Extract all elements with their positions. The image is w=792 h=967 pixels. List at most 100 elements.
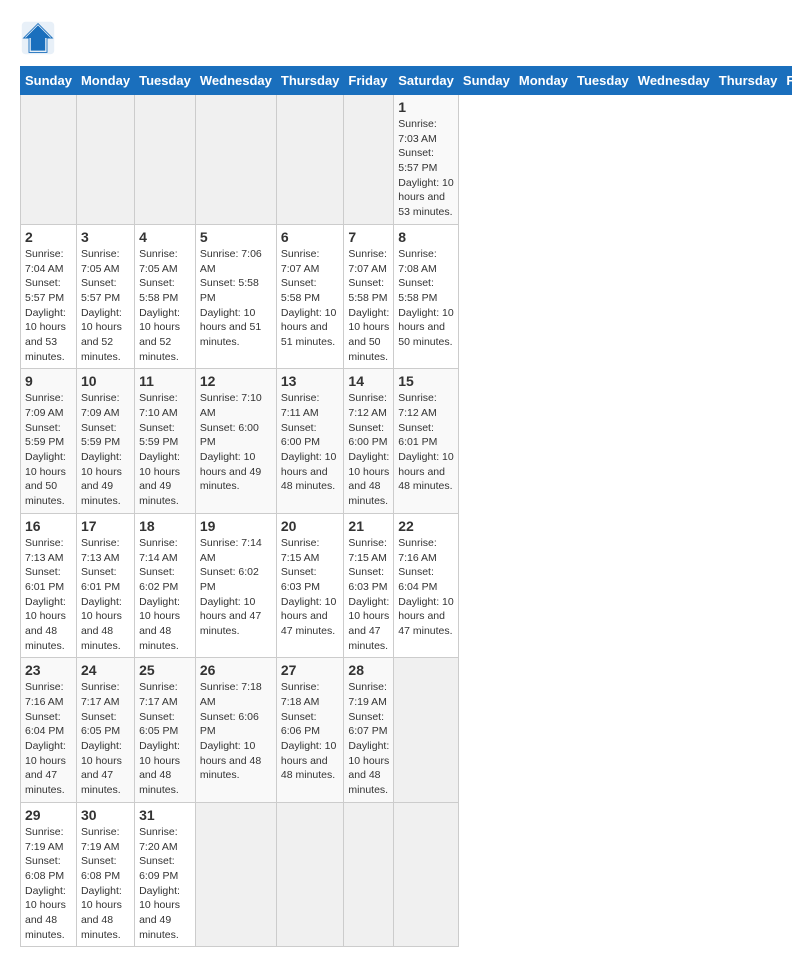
col-thursday: Thursday [714,67,782,95]
day-info: Sunrise: 7:09 AMSunset: 5:59 PMDaylight:… [25,392,66,507]
calendar-cell: 18 Sunrise: 7:14 AMSunset: 6:02 PMDaylig… [135,513,196,658]
day-info: Sunrise: 7:05 AMSunset: 5:57 PMDaylight:… [81,248,122,363]
calendar-cell: 7 Sunrise: 7:07 AMSunset: 5:58 PMDayligh… [344,224,394,369]
day-info: Sunrise: 7:15 AMSunset: 6:03 PMDaylight:… [281,537,336,637]
day-number: 31 [139,807,191,823]
day-number: 6 [281,229,340,245]
calendar-cell [76,95,134,225]
calendar-cell: 17 Sunrise: 7:13 AMSunset: 6:01 PMDaylig… [76,513,134,658]
col-header-wednesday: Wednesday [195,67,276,95]
calendar-cell: 10 Sunrise: 7:09 AMSunset: 5:59 PMDaylig… [76,369,134,514]
col-header-friday: Friday [344,67,394,95]
day-number: 26 [200,662,272,678]
calendar-week-3: 9 Sunrise: 7:09 AMSunset: 5:59 PMDayligh… [21,369,792,514]
day-info: Sunrise: 7:17 AMSunset: 6:05 PMDaylight:… [139,681,180,796]
day-number: 24 [81,662,130,678]
day-number: 28 [348,662,389,678]
day-number: 13 [281,373,340,389]
calendar-cell [135,95,196,225]
day-number: 7 [348,229,389,245]
day-info: Sunrise: 7:05 AMSunset: 5:58 PMDaylight:… [139,248,180,363]
day-info: Sunrise: 7:12 AMSunset: 6:01 PMDaylight:… [398,392,453,492]
day-info: Sunrise: 7:06 AMSunset: 5:58 PMDaylight:… [200,248,262,348]
calendar-cell: 1 Sunrise: 7:03 AMSunset: 5:57 PMDayligh… [394,95,459,225]
calendar-cell: 28 Sunrise: 7:19 AMSunset: 6:07 PMDaylig… [344,658,394,803]
calendar-cell: 26 Sunrise: 7:18 AMSunset: 6:06 PMDaylig… [195,658,276,803]
calendar-cell: 19 Sunrise: 7:14 AMSunset: 6:02 PMDaylig… [195,513,276,658]
day-info: Sunrise: 7:14 AMSunset: 6:02 PMDaylight:… [139,537,180,652]
calendar-cell: 16 Sunrise: 7:13 AMSunset: 6:01 PMDaylig… [21,513,77,658]
calendar-cell: 29 Sunrise: 7:19 AMSunset: 6:08 PMDaylig… [21,802,77,947]
calendar-cell: 15 Sunrise: 7:12 AMSunset: 6:01 PMDaylig… [394,369,459,514]
calendar-week-2: 2 Sunrise: 7:04 AMSunset: 5:57 PMDayligh… [21,224,792,369]
day-info: Sunrise: 7:19 AMSunset: 6:08 PMDaylight:… [81,826,122,941]
day-number: 4 [139,229,191,245]
day-info: Sunrise: 7:18 AMSunset: 6:06 PMDaylight:… [281,681,336,781]
day-info: Sunrise: 7:19 AMSunset: 6:07 PMDaylight:… [348,681,389,796]
day-info: Sunrise: 7:18 AMSunset: 6:06 PMDaylight:… [200,681,262,781]
day-number: 15 [398,373,454,389]
day-number: 23 [25,662,72,678]
calendar-cell: 31 Sunrise: 7:20 AMSunset: 6:09 PMDaylig… [135,802,196,947]
day-info: Sunrise: 7:07 AMSunset: 5:58 PMDaylight:… [348,248,389,363]
day-info: Sunrise: 7:10 AMSunset: 5:59 PMDaylight:… [139,392,180,507]
day-number: 3 [81,229,130,245]
calendar-cell: 13 Sunrise: 7:11 AMSunset: 6:00 PMDaylig… [276,369,344,514]
calendar-cell: 8 Sunrise: 7:08 AMSunset: 5:58 PMDayligh… [394,224,459,369]
calendar-table: SundayMondayTuesdayWednesdayThursdayFrid… [20,66,792,947]
calendar-cell [394,802,459,947]
col-monday: Monday [514,67,572,95]
calendar-week-4: 16 Sunrise: 7:13 AMSunset: 6:01 PMDaylig… [21,513,792,658]
logo [20,20,60,56]
day-info: Sunrise: 7:08 AMSunset: 5:58 PMDaylight:… [398,248,453,348]
day-info: Sunrise: 7:15 AMSunset: 6:03 PMDaylight:… [348,537,389,652]
day-number: 27 [281,662,340,678]
calendar-cell: 3 Sunrise: 7:05 AMSunset: 5:57 PMDayligh… [76,224,134,369]
day-info: Sunrise: 7:12 AMSunset: 6:00 PMDaylight:… [348,392,389,507]
day-number: 5 [200,229,272,245]
calendar-cell: 30 Sunrise: 7:19 AMSunset: 6:08 PMDaylig… [76,802,134,947]
calendar-cell [344,95,394,225]
calendar-cell: 14 Sunrise: 7:12 AMSunset: 6:00 PMDaylig… [344,369,394,514]
day-number: 2 [25,229,72,245]
day-number: 11 [139,373,191,389]
col-header-sunday: Sunday [21,67,77,95]
calendar-cell [276,802,344,947]
day-number: 9 [25,373,72,389]
day-number: 22 [398,518,454,534]
calendar-cell: 2 Sunrise: 7:04 AMSunset: 5:57 PMDayligh… [21,224,77,369]
col-header-tuesday: Tuesday [135,67,196,95]
day-number: 25 [139,662,191,678]
calendar-cell: 24 Sunrise: 7:17 AMSunset: 6:05 PMDaylig… [76,658,134,803]
day-number: 18 [139,518,191,534]
day-info: Sunrise: 7:10 AMSunset: 6:00 PMDaylight:… [200,392,262,492]
day-info: Sunrise: 7:07 AMSunset: 5:58 PMDaylight:… [281,248,336,348]
col-sunday: Sunday [458,67,514,95]
col-header-saturday: Saturday [394,67,459,95]
calendar-week-1: 1 Sunrise: 7:03 AMSunset: 5:57 PMDayligh… [21,95,792,225]
day-number: 17 [81,518,130,534]
calendar-week-6: 29 Sunrise: 7:19 AMSunset: 6:08 PMDaylig… [21,802,792,947]
day-info: Sunrise: 7:16 AMSunset: 6:04 PMDaylight:… [398,537,453,637]
calendar-cell [394,658,459,803]
calendar-cell [195,95,276,225]
calendar-cell: 25 Sunrise: 7:17 AMSunset: 6:05 PMDaylig… [135,658,196,803]
day-info: Sunrise: 7:09 AMSunset: 5:59 PMDaylight:… [81,392,122,507]
col-header-thursday: Thursday [276,67,344,95]
calendar-cell [276,95,344,225]
calendar-header-row: SundayMondayTuesdayWednesdayThursdayFrid… [21,67,792,95]
day-number: 20 [281,518,340,534]
day-number: 16 [25,518,72,534]
day-info: Sunrise: 7:20 AMSunset: 6:09 PMDaylight:… [139,826,180,941]
col-header-monday: Monday [76,67,134,95]
day-number: 1 [398,99,454,115]
col-friday: Friday [782,67,792,95]
calendar-cell: 12 Sunrise: 7:10 AMSunset: 6:00 PMDaylig… [195,369,276,514]
page-header [20,20,772,56]
calendar-cell: 22 Sunrise: 7:16 AMSunset: 6:04 PMDaylig… [394,513,459,658]
day-info: Sunrise: 7:04 AMSunset: 5:57 PMDaylight:… [25,248,66,363]
day-number: 19 [200,518,272,534]
calendar-cell: 21 Sunrise: 7:15 AMSunset: 6:03 PMDaylig… [344,513,394,658]
day-number: 14 [348,373,389,389]
logo-icon [20,20,56,56]
